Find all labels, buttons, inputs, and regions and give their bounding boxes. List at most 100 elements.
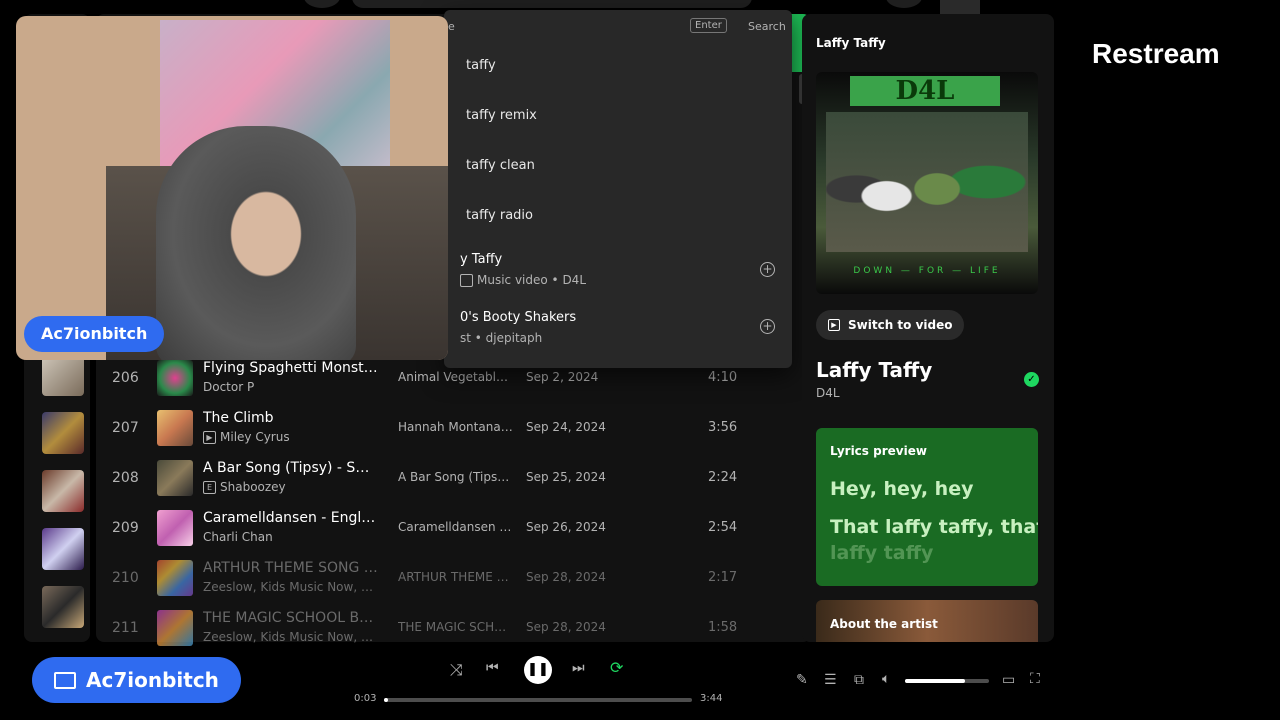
restream-logo: Restream: [1092, 38, 1220, 69]
search-suggestion[interactable]: taffy remix: [466, 108, 537, 123]
table-row[interactable]: 210 ARTHUR THEME SONG - ... Zeeslow, Kid…: [112, 556, 792, 606]
search-result-meta: st • djepitaph: [460, 331, 543, 345]
track-number: 207: [112, 420, 139, 436]
track-duration: 2:24: [708, 470, 738, 485]
cover-subtitle: DOWN — FOR — LIFE: [853, 266, 1001, 276]
lyrics-line: laffy taffy: [830, 542, 934, 564]
music-video-icon: [460, 274, 473, 287]
track-album[interactable]: ARTHUR THEME S...: [398, 570, 513, 584]
track-title[interactable]: Flying Spaghetti Monster: [203, 360, 378, 376]
track-duration: 3:56: [708, 420, 738, 435]
saved-check-icon[interactable]: ✓: [1024, 372, 1039, 387]
track-number: 210: [112, 570, 139, 586]
monitor-icon: [54, 671, 76, 689]
track-artwork: [157, 610, 193, 646]
search-suggestion[interactable]: taffy radio: [466, 208, 533, 223]
search-result-title[interactable]: 0's Booty Shakers: [460, 310, 576, 325]
switch-to-video-button[interactable]: ▶ Switch to video: [816, 310, 965, 340]
add-to-playlist-icon[interactable]: +: [760, 319, 775, 334]
search-suggestions-dropdown: e Enter Search taffy taffy remix taffy c…: [444, 10, 792, 368]
next-track-icon[interactable]: ⏭: [572, 660, 585, 676]
track-artist[interactable]: Doctor P: [203, 380, 378, 394]
top-friend-activity-button[interactable]: [940, 0, 980, 14]
table-row[interactable]: 211 THE MAGIC SCHOOL BU... Zeeslow, Kids…: [112, 606, 792, 656]
top-nav-button[interactable]: [304, 0, 340, 8]
volume-icon[interactable]: 🔈︎: [882, 671, 890, 687]
track-artist[interactable]: Charli Chan: [203, 530, 378, 544]
queue-icon[interactable]: ☰: [824, 672, 837, 688]
connect-device-icon[interactable]: ⧉: [854, 672, 864, 688]
search-suggestion[interactable]: taffy: [466, 58, 496, 73]
now-playing-view-icon[interactable]: ✎: [796, 672, 808, 688]
track-artwork: [157, 410, 193, 446]
track-artwork: [157, 460, 193, 496]
track-artist[interactable]: Zeeslow, Kids Music Now, Tr...: [203, 580, 378, 594]
track-title[interactable]: The Climb: [203, 410, 378, 426]
track-artwork: [157, 360, 193, 396]
shuffle-icon[interactable]: ⤨: [450, 660, 463, 680]
track-artwork: [157, 510, 193, 546]
table-row[interactable]: 207 The Climb ▶ Miley Cyrus Hannah Montan…: [112, 406, 792, 456]
track-album[interactable]: Hannah Montana ...: [398, 420, 513, 434]
library-item-thumbnail[interactable]: [42, 354, 84, 396]
album-cover[interactable]: D4L DOWN — FOR — LIFE: [816, 72, 1038, 294]
search-hint-label: Search: [748, 20, 786, 33]
library-item-thumbnail[interactable]: [42, 412, 84, 454]
lyrics-preview-card[interactable]: Lyrics preview Hey, hey, hey That laffy …: [816, 428, 1038, 586]
table-row[interactable]: 209 Caramelldansen - Englis... Charli Ch…: [112, 506, 792, 556]
track-album[interactable]: A Bar Song (Tipsy)...: [398, 470, 513, 484]
top-search-bar[interactable]: [352, 0, 752, 8]
webcam-person: [156, 126, 356, 360]
track-date-added: Sep 25, 2024: [526, 470, 606, 484]
previous-track-icon[interactable]: ⏮: [486, 660, 499, 676]
track-title[interactable]: Caramelldansen - Englis...: [203, 510, 378, 526]
track-title[interactable]: THE MAGIC SCHOOL BU...: [203, 610, 378, 626]
progress-fill: [384, 698, 388, 702]
library-item-thumbnail[interactable]: [42, 528, 84, 570]
track-duration: 1:58: [708, 620, 738, 635]
track-number: 206: [112, 370, 139, 386]
search-suggestion[interactable]: taffy clean: [466, 158, 535, 173]
library-item-thumbnail[interactable]: [42, 586, 84, 628]
track-title[interactable]: A Bar Song (Tipsy) - Sped...: [203, 460, 378, 476]
screen-share-name: Ac7ionbitch: [86, 668, 219, 692]
track-album[interactable]: Caramelldansen (...: [398, 520, 513, 534]
fullscreen-icon[interactable]: ⛶: [1030, 671, 1040, 687]
play-pause-button[interactable]: ❚❚: [524, 656, 552, 684]
track-duration: 4:10: [708, 370, 738, 385]
total-time: 3:44: [700, 693, 723, 704]
lyrics-line: That laffy taffy, that: [830, 516, 1038, 538]
volume-slider[interactable]: [905, 679, 989, 683]
track-artist[interactable]: Shaboozey: [220, 480, 286, 494]
lyrics-preview-heading: Lyrics preview: [830, 444, 927, 458]
now-playing-song-title[interactable]: Laffy Taffy: [816, 358, 932, 382]
about-artist-card[interactable]: About the artist: [816, 600, 1038, 642]
repeat-icon[interactable]: ⟳: [610, 658, 623, 677]
miniplayer-icon[interactable]: ▭: [1002, 672, 1015, 688]
video-icon: ▶: [828, 319, 840, 331]
track-album[interactable]: THE MAGIC SCHO...: [398, 620, 513, 634]
top-profile-button[interactable]: [886, 0, 922, 8]
progress-bar[interactable]: [384, 698, 692, 702]
volume-fill: [905, 679, 966, 683]
enter-key-hint: Enter: [690, 18, 727, 33]
track-date-added: Sep 2, 2024: [526, 370, 599, 384]
now-playing-panel: Laffy Taffy D4L DOWN — FOR — LIFE ▶ Swit…: [802, 14, 1054, 642]
table-row[interactable]: 208 A Bar Song (Tipsy) - Sped... E Shaboo…: [112, 456, 792, 506]
now-playing-panel-title: Laffy Taffy: [816, 36, 886, 50]
library-item-thumbnail[interactable]: [42, 470, 84, 512]
track-artwork: [157, 560, 193, 596]
track-date-added: Sep 24, 2024: [526, 420, 606, 434]
search-result-title[interactable]: y Taffy: [460, 252, 502, 267]
add-to-playlist-icon[interactable]: +: [760, 262, 775, 277]
music-video-tag-icon: ▶: [203, 431, 216, 444]
elapsed-time: 0:03: [354, 693, 377, 704]
track-artist[interactable]: Miley Cyrus: [220, 430, 290, 444]
track-artist-line: E Shaboozey: [203, 480, 378, 494]
switch-to-video-label: Switch to video: [848, 318, 953, 332]
track-album[interactable]: Animal Vegetable...: [398, 370, 513, 384]
track-date-added: Sep 28, 2024: [526, 570, 606, 584]
track-artist[interactable]: Zeeslow, Kids Music Now, Tr...: [203, 630, 378, 644]
track-title[interactable]: ARTHUR THEME SONG - ...: [203, 560, 378, 576]
now-playing-artist[interactable]: D4L: [816, 386, 840, 400]
